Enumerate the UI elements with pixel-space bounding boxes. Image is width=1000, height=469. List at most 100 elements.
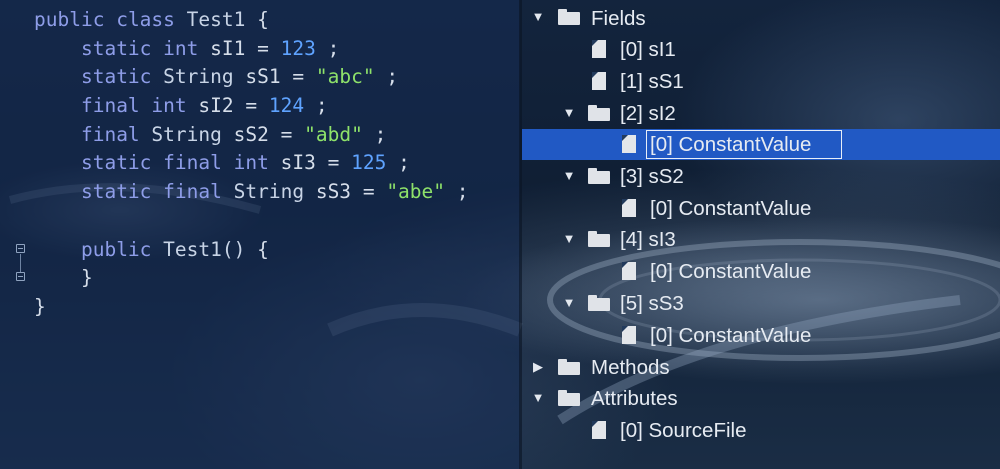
code-token: 124 [268, 94, 305, 118]
whitespace-marker [245, 8, 257, 31]
code-token: sS2 [233, 122, 269, 146]
whitespace-marker [151, 180, 163, 203]
collapse-arrow-icon[interactable]: ▼ [562, 169, 576, 183]
expand-arrow-icon[interactable]: ▶ [531, 360, 545, 374]
file-icon [622, 326, 636, 344]
tree-node-label: Methods [591, 356, 670, 379]
folder-icon [558, 359, 580, 375]
whitespace-marker [281, 65, 293, 88]
fold-marker-icon[interactable] [16, 244, 25, 253]
whitespace-marker [151, 238, 163, 261]
code-line[interactable]: } [34, 264, 469, 293]
folder-icon [558, 9, 580, 25]
code-line[interactable]: final int sI2 = 124 ; [34, 92, 469, 121]
tree-node-label: [4] sI3 [620, 228, 676, 251]
whitespace-marker [245, 37, 257, 60]
tree-node-field-1[interactable]: [1] sS1 [522, 66, 1000, 97]
whitespace-marker [198, 37, 210, 60]
code-line[interactable]: static final String sS3 = "abe" ; [34, 178, 469, 207]
tree-node-attribute-0[interactable]: [0] SourceFile [522, 415, 1000, 446]
tree-node-field-4[interactable]: ▼ [4] sI3 [522, 224, 1000, 255]
tree-node-label: [3] sS2 [620, 165, 684, 188]
fold-marker-icon[interactable] [16, 272, 25, 281]
tree-node-field-3-constant-value[interactable]: [0] ConstantValue [522, 193, 1000, 224]
tree-node-fields[interactable]: ▼ Fields [522, 2, 1000, 33]
tree-node-label: [5] sS3 [620, 292, 684, 315]
whitespace-marker [304, 65, 316, 88]
whitespace-marker [151, 37, 163, 60]
code-line[interactable]: public class Test1 { [34, 6, 469, 35]
whitespace-marker [104, 8, 116, 31]
tree-node-label: [0] sI1 [620, 38, 676, 61]
code-line[interactable]: } [34, 293, 469, 322]
tree-node-field-4-constant-value[interactable]: [0] ConstantValue [522, 256, 1000, 287]
code-token: sS1 [245, 65, 281, 89]
tree-node-field-5[interactable]: ▼ [5] sS3 [522, 288, 1000, 319]
code-token: { [257, 8, 269, 31]
whitespace-marker [339, 151, 351, 174]
folder-icon [588, 105, 610, 121]
tree-node-field-2-constant-value[interactable]: [0] ConstantValue [522, 129, 1000, 160]
collapse-arrow-icon[interactable]: ▼ [562, 106, 576, 120]
whitespace-marker [245, 238, 257, 261]
folder-icon [588, 231, 610, 247]
whitespace-marker [234, 94, 246, 117]
code-token: Test1() [163, 237, 246, 261]
code-line[interactable]: public Test1() { [34, 236, 469, 265]
whitespace-marker [140, 94, 152, 117]
code-token: ; [315, 94, 328, 118]
tree-node-label: Fields [591, 7, 646, 30]
code-token: sS3 [315, 180, 352, 204]
whitespace-marker [304, 180, 316, 203]
code-token: = [362, 180, 375, 204]
code-editor[interactable]: public class Test1 { static int sI1 = 12… [0, 0, 520, 469]
code-token: int [151, 94, 187, 118]
whitespace-marker [316, 151, 328, 174]
whitespace-marker [351, 180, 363, 203]
whitespace-marker [269, 123, 281, 146]
source-code[interactable]: public class Test1 { static int sI1 = 12… [34, 6, 469, 322]
code-token: class [116, 8, 175, 31]
code-token: final [80, 122, 140, 146]
code-line[interactable]: static final int sI3 = 125 ; [34, 149, 469, 178]
tree-node-label: Attributes [591, 387, 678, 410]
tree-node-label: [1] sS1 [620, 70, 684, 93]
code-token: ; [398, 151, 410, 175]
file-icon [622, 199, 636, 217]
collapse-arrow-icon[interactable]: ▼ [562, 296, 576, 310]
code-token: = [245, 94, 258, 118]
code-token: static [80, 65, 152, 89]
tree-node-label: [0] ConstantValue [650, 133, 812, 156]
tree-node-field-5-constant-value[interactable]: [0] ConstantValue [522, 320, 1000, 351]
file-icon [622, 262, 636, 280]
code-line[interactable]: static int sI1 = 123 ; [34, 35, 469, 64]
tree-node-methods[interactable]: ▶ Methods [522, 352, 1000, 383]
collapse-arrow-icon[interactable]: ▼ [562, 232, 576, 246]
tree-node-attributes[interactable]: ▼ Attributes [522, 383, 1000, 414]
code-line[interactable] [34, 207, 469, 236]
file-icon [592, 72, 606, 90]
tree-node-field-2[interactable]: ▼ [2] sI2 [522, 98, 1000, 129]
tree-node-field-3[interactable]: ▼ [3] sS2 [522, 161, 1000, 192]
code-token: Test1 [186, 8, 246, 31]
whitespace-marker [386, 151, 398, 174]
file-icon [592, 40, 606, 58]
class-structure-tree[interactable]: ▼ Fields [0] sI1 [1] sS1 ▼ [2] sI2 [0] C… [522, 0, 1000, 469]
collapse-arrow-icon[interactable]: ▼ [531, 10, 545, 24]
code-token: "abe" [386, 180, 446, 204]
whitespace-marker [222, 123, 234, 146]
whitespace-marker [151, 151, 163, 174]
whitespace-marker [151, 65, 163, 88]
whitespace-marker [292, 123, 304, 146]
code-token: = [327, 151, 340, 175]
code-token: int [163, 36, 199, 60]
collapse-arrow-icon[interactable]: ▼ [531, 391, 545, 405]
whitespace-marker [222, 151, 234, 174]
whitespace-marker [257, 94, 269, 117]
tree-node-field-0[interactable]: [0] sI1 [522, 34, 1000, 65]
code-line[interactable]: final String sS2 = "abd" ; [34, 121, 469, 150]
code-line[interactable]: static String sS1 = "abc" ; [34, 63, 469, 92]
